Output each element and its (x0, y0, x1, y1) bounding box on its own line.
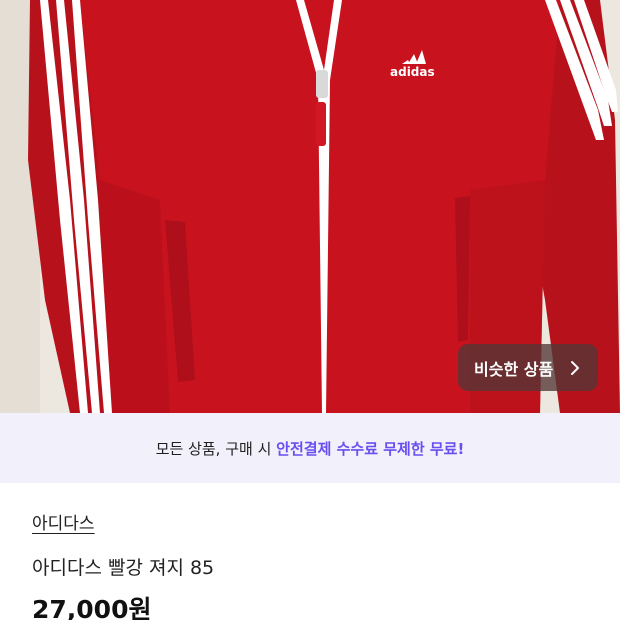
product-title: 아디다스 빨강 져지 85 (32, 557, 215, 579)
promo-highlight: 안전결제 수수료 무제한 무료! (276, 439, 465, 458)
product-price: 27,000원 (32, 595, 152, 620)
promo-prefix: 모든 상품, 구매 시 (155, 439, 272, 458)
logo-text: adidas (390, 65, 435, 79)
chevron-right-icon (571, 360, 580, 375)
similar-items-button[interactable]: 비슷한 상품 (458, 344, 598, 391)
similar-items-label: 비슷한 상품 (474, 359, 554, 379)
safe-payment-banner[interactable]: 모든 상품, 구매 시 안전결제 수수료 무제한 무료! (0, 413, 620, 483)
brand-link[interactable]: 아디다스 (32, 509, 95, 534)
